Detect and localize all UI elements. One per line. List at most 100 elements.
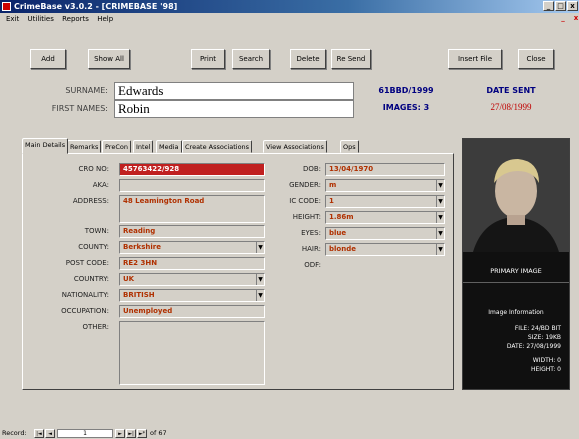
- menu-utilities[interactable]: Utilities: [28, 13, 54, 25]
- dob-label: DOB:: [302, 165, 321, 173]
- post-code-label: POST CODE:: [65, 259, 109, 267]
- address-field[interactable]: 48 Leamington Road: [119, 195, 265, 223]
- image-height: HEIGHT: 0: [531, 366, 561, 373]
- country-dropdown[interactable]: UK ▼: [119, 273, 265, 286]
- divider: [463, 282, 569, 283]
- other-label: OTHER:: [82, 323, 109, 331]
- tab-precon[interactable]: PreCon: [102, 140, 131, 153]
- cro-no-label: CRO NO:: [78, 165, 109, 173]
- ic-code-value: 1: [329, 197, 334, 205]
- menu-bar: Exit Utilities Reports Help _ x: [0, 13, 579, 25]
- search-button[interactable]: Search: [232, 49, 270, 69]
- previous-record-button[interactable]: ◄: [45, 429, 55, 438]
- first-names-field[interactable]: Robin: [114, 100, 354, 118]
- close-button[interactable]: Close: [518, 49, 554, 69]
- record-navigator: Record: |◄ ◄ 1 ► ►| ►* of 67: [0, 428, 579, 439]
- maximize-button[interactable]: □: [555, 1, 566, 11]
- chevron-down-icon[interactable]: ▼: [436, 228, 444, 239]
- eyes-label: EYES:: [301, 229, 321, 237]
- other-field[interactable]: [119, 321, 265, 385]
- post-code-field[interactable]: RE2 3HN: [119, 257, 265, 270]
- ic-code-label: IC CODE:: [289, 197, 321, 205]
- delete-button[interactable]: Delete: [290, 49, 326, 69]
- tab-remarks[interactable]: Remarks: [67, 140, 102, 153]
- aka-field[interactable]: [119, 179, 265, 192]
- nationality-dropdown[interactable]: BRITISH ▼: [119, 289, 265, 302]
- record-total: of 67: [150, 429, 167, 437]
- surname-field[interactable]: Edwards: [114, 82, 354, 100]
- minimize-button[interactable]: _: [543, 1, 554, 11]
- tab-intel[interactable]: Intel: [133, 140, 154, 153]
- image-width: WIDTH: 0: [532, 357, 561, 364]
- hair-value: blonde: [329, 245, 356, 253]
- main-details-panel: CRO NO: 45763422/928 AKA: ADDRESS: 48 Le…: [22, 153, 454, 390]
- height-dropdown[interactable]: 1.86m ▼: [325, 211, 445, 224]
- hair-label: HAIR:: [301, 245, 321, 253]
- county-value: Berkshire: [123, 243, 161, 251]
- address-label: ADDRESS:: [72, 197, 109, 205]
- occupation-label: OCCUPATION:: [61, 307, 109, 315]
- county-label: COUNTY:: [78, 243, 109, 251]
- suspect-photo[interactable]: [463, 139, 569, 252]
- dob-field[interactable]: 13/04/1970: [325, 163, 445, 176]
- chevron-down-icon[interactable]: ▼: [436, 180, 444, 191]
- chevron-down-icon[interactable]: ▼: [256, 290, 264, 301]
- chevron-down-icon[interactable]: ▼: [436, 212, 444, 223]
- gender-value: m: [329, 181, 337, 189]
- re-send-button[interactable]: Re Send: [331, 49, 371, 69]
- ic-code-dropdown[interactable]: 1 ▼: [325, 195, 445, 208]
- town-label: TOWN:: [84, 227, 109, 235]
- app-icon: [2, 2, 11, 11]
- menu-help[interactable]: Help: [97, 13, 113, 25]
- menu-reports[interactable]: Reports: [62, 13, 89, 25]
- date-sent-label: DATE SENT: [486, 86, 536, 95]
- images-count: IMAGES: 3: [382, 103, 430, 112]
- cro-no-field[interactable]: 45763422/928: [119, 163, 265, 176]
- nationality-value: BRITISH: [123, 291, 155, 299]
- person-photo-icon: [463, 139, 569, 252]
- add-button[interactable]: Add: [30, 49, 66, 69]
- odf-label: ODF:: [304, 261, 321, 269]
- title-bar: CrimeBase v3.0.2 - [CRIMEBASE '98] _ □ x: [0, 0, 579, 13]
- print-button[interactable]: Print: [191, 49, 225, 69]
- chevron-down-icon[interactable]: ▼: [256, 274, 264, 285]
- height-label: HEIGHT:: [292, 213, 321, 221]
- eyes-value: blue: [329, 229, 347, 237]
- image-panel: PRIMARY IMAGE Image Information FILE: 24…: [462, 138, 570, 390]
- window-title: CrimeBase v3.0.2 - [CRIMEBASE '98]: [14, 2, 178, 11]
- next-record-button[interactable]: ►: [115, 429, 125, 438]
- tab-main-details[interactable]: Main Details: [22, 138, 69, 154]
- tab-create-associations[interactable]: Create Associations: [182, 140, 253, 153]
- last-record-button[interactable]: ►|: [126, 429, 136, 438]
- close-window-button[interactable]: x: [567, 1, 578, 11]
- mdi-minimize-button[interactable]: _: [558, 14, 568, 23]
- first-names-label: FIRST NAMES:: [51, 104, 108, 113]
- town-field[interactable]: Reading: [119, 225, 265, 238]
- eyes-dropdown[interactable]: blue ▼: [325, 227, 445, 240]
- new-record-button[interactable]: ►*: [137, 429, 147, 438]
- surname-label: SURNAME:: [65, 86, 108, 95]
- nationality-label: NATIONALITY:: [61, 291, 109, 299]
- gender-dropdown[interactable]: m ▼: [325, 179, 445, 192]
- county-dropdown[interactable]: Berkshire ▼: [119, 241, 265, 254]
- tab-media[interactable]: Media: [156, 140, 182, 153]
- chevron-down-icon[interactable]: ▼: [436, 196, 444, 207]
- hair-dropdown[interactable]: blonde ▼: [325, 243, 445, 256]
- reference-number: 61BBD/1999: [378, 86, 434, 95]
- image-info-title: Image Information: [488, 309, 544, 316]
- aka-label: AKA:: [92, 181, 109, 189]
- menu-exit[interactable]: Exit: [6, 13, 19, 25]
- image-file: FILE: 24/BD BIT: [514, 325, 561, 332]
- occupation-field[interactable]: Unemployed: [119, 305, 265, 318]
- image-size: SIZE: 19KB: [527, 334, 561, 341]
- insert-file-button[interactable]: Insert File: [448, 49, 502, 69]
- record-number-input[interactable]: 1: [57, 429, 113, 438]
- mdi-close-button[interactable]: x: [571, 14, 579, 23]
- date-sent-value: 27/08/1999: [490, 102, 532, 112]
- tab-ops[interactable]: Ops: [340, 140, 359, 153]
- chevron-down-icon[interactable]: ▼: [436, 244, 444, 255]
- tab-strip: Main Details Remarks PreCon Intel Media …: [22, 138, 422, 154]
- first-record-button[interactable]: |◄: [34, 429, 44, 438]
- tab-view-associations[interactable]: View Associations: [263, 140, 327, 153]
- show-all-button[interactable]: Show All: [88, 49, 130, 69]
